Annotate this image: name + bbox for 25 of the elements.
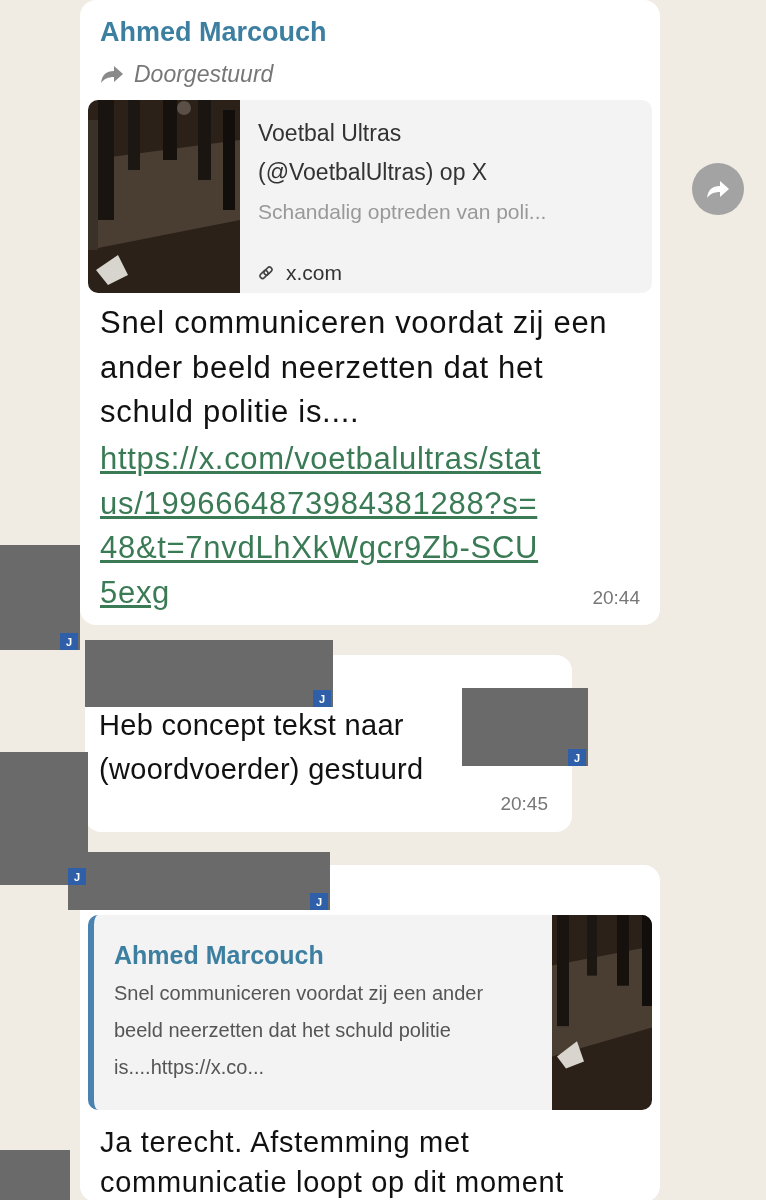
preview-domain: x.com: [286, 261, 342, 285]
share-arrow-icon: [706, 179, 730, 199]
preview-description: Schandalig optreden van poli...: [258, 199, 548, 225]
quoted-message[interactable]: Ahmed Marcouch Snel communiceren voordat zij een ander beeld neerzetten dat het schuld politie is....https://x.co...: [88, 915, 652, 1110]
sender-name: Ahmed Marcouch: [99, 16, 328, 49]
message-text: Snel communiceren voordat zij een ander beeld neerzetten dat het schuld politie is....: [99, 304, 609, 431]
link-icon: [258, 265, 274, 281]
preview-title: Voetbal Ultras (@VoetbalUltras) op X: [258, 119, 489, 187]
forward-button[interactable]: [692, 163, 744, 215]
message-text: Ja terecht. Afstemming met communicatie loopt op dit moment: [99, 1125, 566, 1200]
redaction-badge: J: [60, 633, 78, 650]
message-text: Heb concept tekst naar (woordvoerder) gestuurd: [99, 708, 425, 787]
redaction-badge: J: [310, 893, 328, 910]
message-link[interactable]: https://x.com/voetbalultras/status/1996664873984381288?s=48&t=7nvdLhXkWgcr9Zb-SCU5exg: [100, 437, 550, 615]
message-time: 20:44: [591, 586, 641, 610]
redaction-badge: J: [313, 690, 331, 707]
forwarded-label: Doorgestuurd: [134, 60, 274, 88]
redaction-badge: J: [568, 749, 586, 766]
message-time: 20:45: [499, 792, 549, 815]
redaction-badge: J: [68, 868, 86, 885]
link-preview[interactable]: Voetbal Ultras (@VoetbalUltras) op X Schandalig optreden van poli... x.com: [88, 100, 652, 293]
quoted-sender: Ahmed Marcouch: [114, 940, 325, 971]
redaction-block: [0, 1150, 70, 1200]
forward-arrow-icon: [100, 64, 124, 84]
quoted-text: Snel communiceren voordat zij een ander beeld neerzetten dat het schuld politie is....https://x.co...: [114, 981, 485, 1080]
